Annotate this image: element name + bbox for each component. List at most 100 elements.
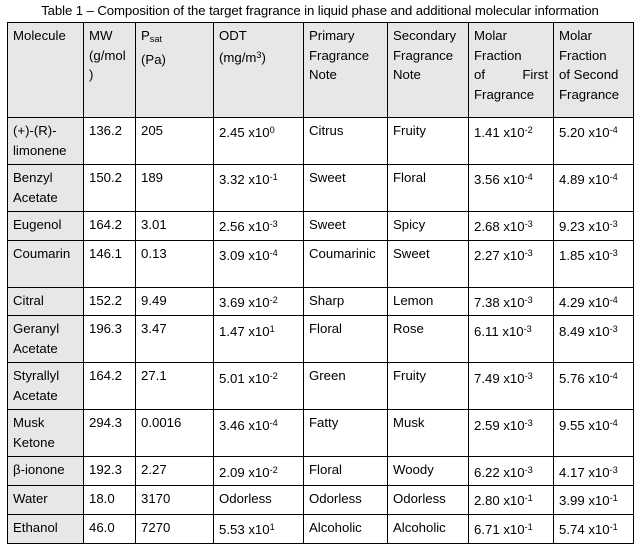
cell-odt-exponent: -2 bbox=[269, 464, 278, 475]
cell-molar-fraction-second-value: 1.85 x10-3 bbox=[559, 247, 618, 263]
table-row: Styrallyl Acetate 164.2 27.1 5.01 x10-2 Gree… bbox=[7, 362, 634, 411]
cell-odt-value: 3.69 x10-2 bbox=[219, 294, 278, 310]
cell-molar-fraction-first-value: 6.22 x10-3 bbox=[474, 464, 533, 480]
cell-secondary-note: Fruity bbox=[387, 362, 469, 411]
header-line-2: (g/mol) bbox=[89, 47, 126, 83]
cell-molecule: Musk Ketone bbox=[7, 409, 84, 458]
cell-mw: 136.2 bbox=[83, 117, 136, 165]
cell-odt: 3.46 x10-4 bbox=[213, 409, 304, 458]
table-row: Citral 152.2 9.49 3.69 x10-2 Sharp Lemon 7.38 … bbox=[7, 286, 634, 317]
cell-mw: 192.3 bbox=[83, 456, 136, 487]
cell-psat: 3170 bbox=[135, 485, 214, 515]
column-header-molecule: Molecule bbox=[7, 22, 84, 118]
cell-molar-fraction-second-value: 9.55 x10-4 bbox=[559, 417, 618, 433]
cell-molar-fraction-second-value: 5.76 x10-4 bbox=[559, 370, 618, 386]
cell-odt-exponent: -3 bbox=[269, 219, 278, 229]
cell-mw: 294.3 bbox=[83, 409, 136, 458]
cell-molar-fraction-first-exponent: -3 bbox=[524, 247, 533, 258]
cell-odt: 3.69 x10-2 bbox=[213, 286, 304, 317]
table-body: (+)-(R)-limonene 136.2 205 2.45 x100 Citrus F… bbox=[7, 117, 634, 544]
cell-mw: 18.0 bbox=[83, 485, 136, 515]
cell-molar-fraction-first-exponent: -3 bbox=[524, 464, 533, 475]
cell-molar-fraction-first: 2.80 x10-1 bbox=[468, 485, 554, 515]
cell-odt-value: 3.09 x10-4 bbox=[219, 247, 278, 263]
cell-molar-fraction-first-value: 3.56 x10-4 bbox=[474, 172, 533, 188]
cell-mw: 150.2 bbox=[83, 164, 136, 212]
column-header-secondary-note: Secondary Fragrance Note bbox=[387, 22, 469, 118]
header-line-2: (Pa) bbox=[141, 51, 166, 67]
cell-odt-value: 5.53 x101 bbox=[219, 521, 275, 538]
cell-primary-note: Odorless bbox=[303, 485, 388, 515]
cell-molar-fraction-second-exponent: -3 bbox=[609, 219, 618, 229]
cell-molar-fraction-second: 5.74 x10-1 bbox=[553, 513, 634, 544]
cell-molar-fraction-second: 5.20 x10-4 bbox=[553, 117, 634, 165]
cell-molar-fraction-first-exponent: -3 bbox=[524, 294, 533, 305]
cell-psat: 2.27 bbox=[135, 456, 214, 487]
cell-psat: 9.49 bbox=[135, 286, 214, 317]
cell-odt-value: 5.01 x10-2 bbox=[219, 370, 278, 386]
column-header-primary-note: Primary Fragrance Note bbox=[303, 22, 388, 118]
cell-odt: 5.53 x101 bbox=[213, 513, 304, 544]
cell-odt-value: 2.56 x10-3 bbox=[219, 219, 278, 235]
cell-molar-fraction-first: 1.41 x10-2 bbox=[468, 117, 554, 165]
cell-molar-fraction-second-exponent: -3 bbox=[609, 323, 618, 334]
cell-mw: 164.2 bbox=[83, 211, 136, 241]
header-line-2: Fragrance bbox=[393, 47, 454, 63]
cell-molar-fraction-second-value: 4.17 x10-3 bbox=[559, 464, 618, 480]
cell-molar-fraction-second: 9.23 x10-3 bbox=[553, 211, 634, 241]
cell-molar-fraction-second-exponent: -4 bbox=[609, 125, 618, 135]
cell-primary-note: Coumarinic bbox=[303, 239, 388, 288]
header-line-1: ODT bbox=[219, 28, 247, 43]
cell-molar-fraction-first: 2.68 x10-3 bbox=[468, 211, 554, 241]
cell-secondary-note: Lemon bbox=[387, 286, 469, 317]
cell-molar-fraction-second: 4.17 x10-3 bbox=[553, 456, 634, 487]
cell-molar-fraction-second-value: 4.89 x10-4 bbox=[559, 172, 618, 188]
cell-primary-note: Sweet bbox=[303, 211, 388, 241]
cell-molar-fraction-first-value: 7.38 x10-3 bbox=[474, 294, 533, 310]
header-line-3: Note bbox=[393, 67, 421, 82]
cell-secondary-note: Fruity bbox=[387, 117, 469, 165]
cell-molar-fraction-second: 8.49 x10-3 bbox=[553, 315, 634, 364]
cell-molar-fraction-first-exponent: -3 bbox=[524, 370, 533, 381]
header-line-4: Fragrance bbox=[559, 86, 620, 102]
cell-molar-fraction-first: 7.38 x10-3 bbox=[468, 286, 554, 317]
psat-symbol: P bbox=[141, 28, 150, 43]
cell-molar-fraction-first-exponent: -1 bbox=[524, 521, 533, 532]
cell-molar-fraction-first: 6.11 x10-3 bbox=[468, 315, 554, 364]
cell-secondary-note: Sweet bbox=[387, 239, 469, 288]
column-header-odt: ODT (mg/m3) bbox=[213, 22, 304, 118]
cell-molecule: β-ionone bbox=[7, 456, 84, 487]
column-header-molar-fraction-first: Molar Fraction of First Fragrance bbox=[468, 22, 554, 118]
cell-odt: 2.45 x100 bbox=[213, 117, 304, 165]
cell-molar-fraction-second-exponent: -3 bbox=[609, 247, 618, 258]
table-container: Molecule MW (g/mol) Psat (Pa) ODT (mg/m3… bbox=[0, 22, 640, 544]
cell-odt-exponent: -1 bbox=[269, 172, 278, 182]
header-line-1: Molar bbox=[474, 28, 507, 43]
cell-molar-fraction-first-exponent: -2 bbox=[524, 125, 533, 135]
cell-molar-fraction-first: 2.59 x10-3 bbox=[468, 409, 554, 458]
cell-molar-fraction-second-exponent: -3 bbox=[609, 464, 618, 475]
cell-odt: 2.56 x10-3 bbox=[213, 211, 304, 241]
cell-secondary-note: Alcoholic bbox=[387, 513, 469, 544]
cell-molecule: Benzyl Acetate bbox=[7, 164, 84, 212]
composition-table: Molecule MW (g/mol) Psat (Pa) ODT (mg/m3… bbox=[7, 22, 634, 544]
cell-molar-fraction-first-value: 2.68 x10-3 bbox=[474, 219, 533, 235]
cell-molar-fraction-first-exponent: -4 bbox=[524, 172, 533, 182]
cell-molar-fraction-first-exponent: -1 bbox=[524, 493, 533, 504]
table-row: Benzyl Acetate 150.2 189 3.32 x10-1 Sweet Flo… bbox=[7, 164, 634, 212]
cell-molar-fraction-first-exponent: -3 bbox=[523, 323, 532, 334]
cell-secondary-note: Rose bbox=[387, 315, 469, 364]
table-row: β-ionone 192.3 2.27 2.09 x10-2 Floral Woody 6.… bbox=[7, 456, 634, 487]
cell-odt-exponent: 0 bbox=[269, 125, 275, 135]
cell-odt-exponent: -4 bbox=[269, 417, 278, 428]
cell-molar-fraction-second: 1.85 x10-3 bbox=[553, 239, 634, 288]
odt-unit-close: ) bbox=[261, 49, 266, 65]
cell-molar-fraction-second-value: 5.20 x10-4 bbox=[559, 125, 618, 141]
odt-unit-open: (mg/m bbox=[219, 49, 257, 65]
cell-molar-fraction-second-value: 3.99 x10-1 bbox=[559, 493, 618, 509]
header-line-2: Fraction bbox=[474, 47, 522, 63]
cell-molar-fraction-second-value: 8.49 x10-3 bbox=[559, 323, 618, 339]
cell-primary-note: Sweet bbox=[303, 164, 388, 212]
header-line-1: Molecule bbox=[13, 28, 66, 43]
cell-odt-value: Odorless bbox=[219, 491, 272, 507]
